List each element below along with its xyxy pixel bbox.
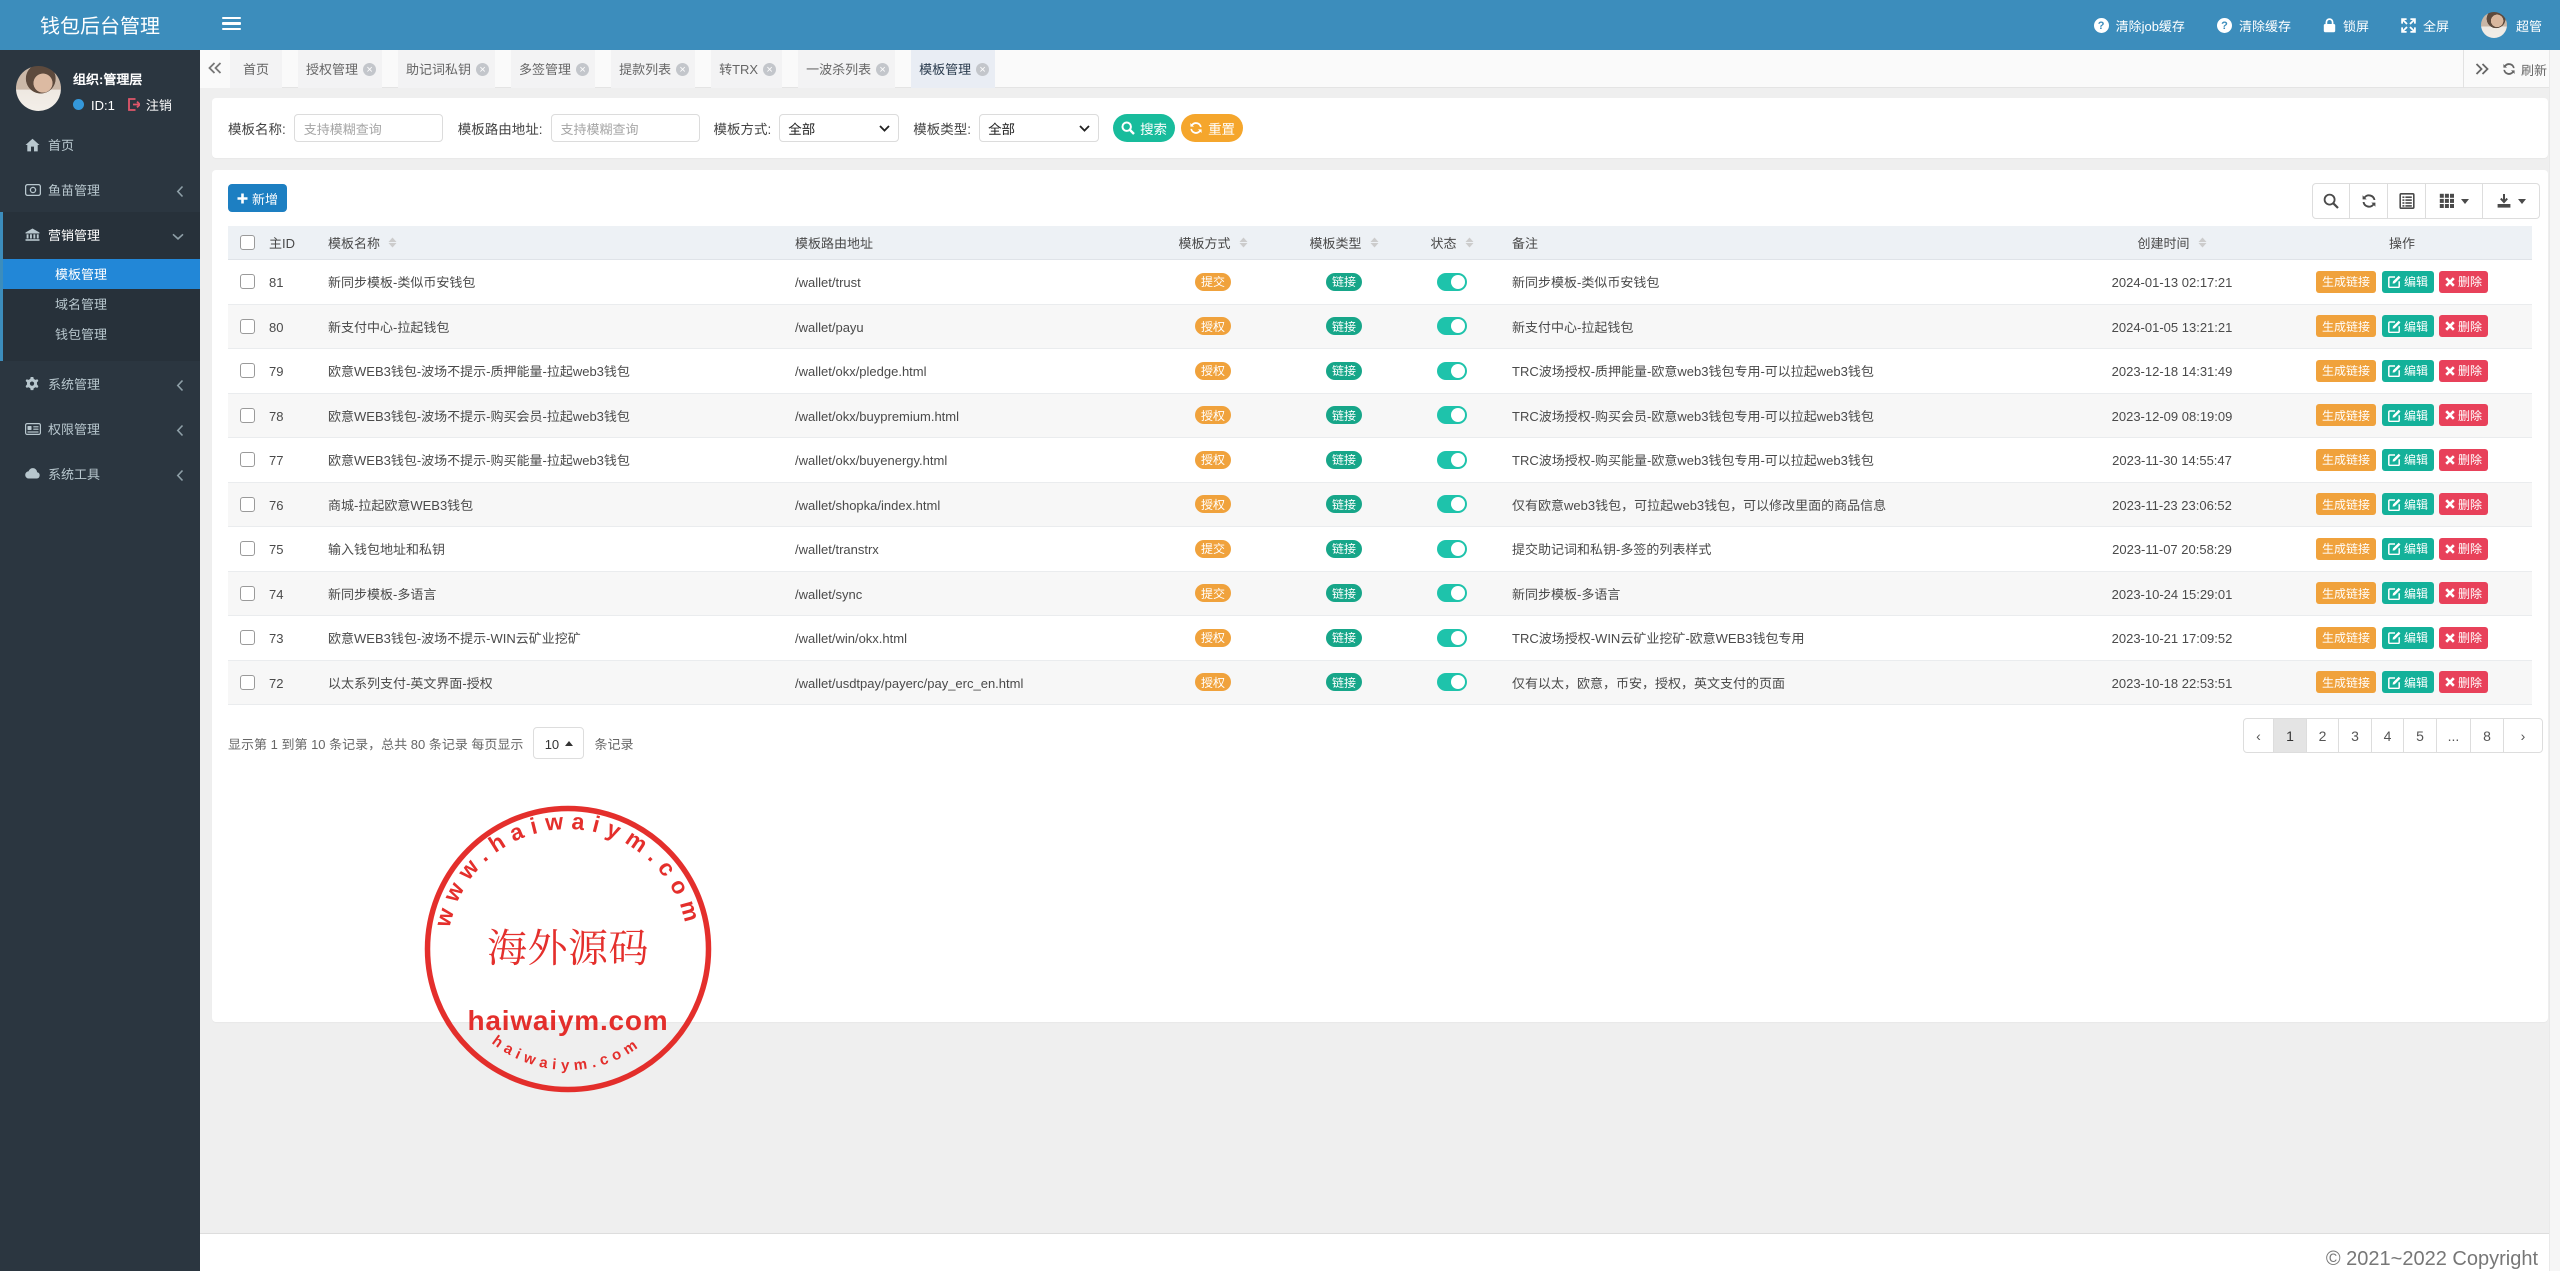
- svg-text:海外源码: 海外源码: [487, 917, 649, 974]
- svg-text:haiwaiym.com: haiwaiym.com: [467, 999, 668, 1039]
- svg-text:www.haiwaiym.com: www.haiwaiym.com: [423, 802, 713, 932]
